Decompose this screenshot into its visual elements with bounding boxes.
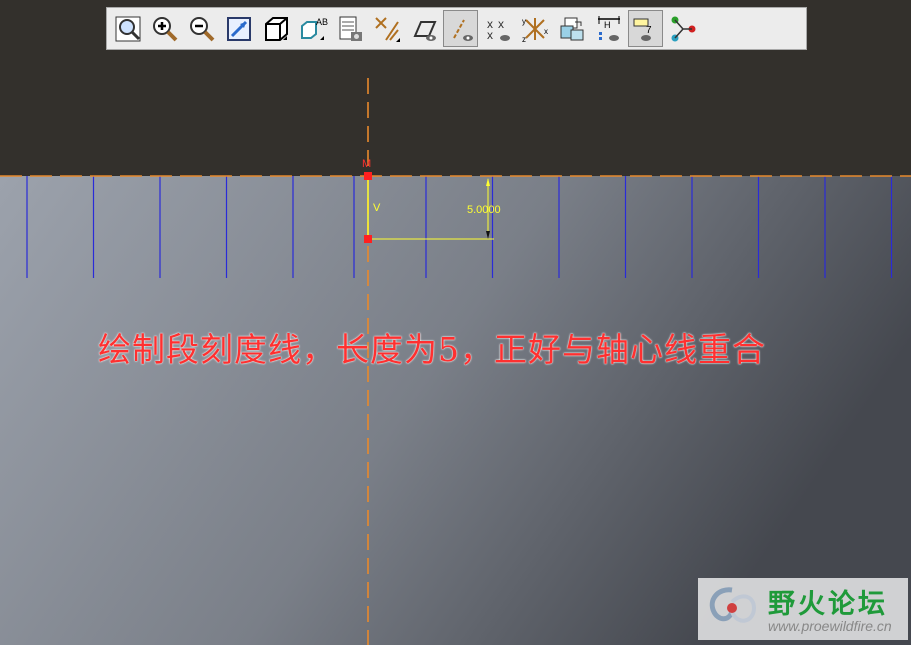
datum-axis-display-button[interactable] — [443, 10, 478, 47]
svg-text:z: z — [522, 35, 526, 44]
datum-axes-button[interactable] — [369, 10, 404, 47]
annotations-icon — [560, 17, 583, 40]
annotations-button[interactable] — [554, 10, 589, 47]
watermark-url: www.proewildfire.cn — [768, 618, 892, 634]
vertex-display-icon — [671, 16, 695, 41]
svg-text:x: x — [487, 28, 493, 42]
repaint-button[interactable] — [221, 10, 256, 47]
watermark: 野火论坛 www.proewildfire.cn — [698, 578, 908, 640]
repaint-icon — [226, 16, 251, 41]
zoom-in-icon — [152, 16, 177, 41]
zoom-out-button[interactable] — [184, 10, 219, 47]
point-label: M — [362, 158, 372, 170]
dimension-value[interactable]: 5.0000 — [467, 204, 501, 216]
svg-text:H: H — [604, 20, 611, 30]
zoom-in-button[interactable] — [147, 10, 182, 47]
graphics-background-gradient — [0, 176, 911, 645]
layers-button[interactable] — [332, 10, 367, 47]
sketch-point-bottom[interactable] — [364, 235, 372, 243]
csys-display-icon: yz x — [522, 17, 548, 44]
forum-logo-icon — [709, 587, 757, 623]
zoom-out-icon — [189, 16, 214, 41]
svg-text:AB: AB — [316, 17, 328, 27]
datum-axes-icon — [374, 16, 400, 42]
constraint-display-button[interactable]: 7 — [628, 10, 663, 47]
csys-display-button[interactable]: yz x — [517, 10, 552, 47]
datum-points-icon: x xx — [487, 17, 510, 42]
zoom-fit-icon — [115, 16, 140, 41]
layers-icon — [339, 16, 362, 41]
vertex-display-button[interactable] — [665, 10, 700, 47]
datum-axis-display-icon — [452, 19, 473, 41]
svg-text:x: x — [498, 17, 504, 31]
svg-text:y: y — [522, 17, 526, 26]
zoom-fit-button[interactable] — [110, 10, 145, 47]
saved-views-icon: AB — [300, 17, 328, 40]
datum-planes-button[interactable] — [406, 10, 441, 47]
watermark-title: 野火论坛 — [768, 589, 888, 619]
constraint-display-icon: 7 — [633, 18, 652, 41]
vertical-constraint-label: V — [373, 202, 381, 214]
dimension-display-button[interactable]: H — [591, 10, 626, 47]
svg-text:7: 7 — [646, 25, 652, 36]
datum-planes-icon — [412, 20, 437, 41]
sketch-point-top[interactable] — [364, 172, 372, 180]
datum-points-button[interactable]: xxx — [480, 10, 515, 47]
view-toolbar: AB x x x y z x H 7 — [106, 7, 807, 50]
saved-views-button[interactable]: AB — [295, 10, 330, 47]
tutorial-caption: 绘制段刻度线，长度为5，正好与轴心线重合 — [98, 330, 766, 369]
display-style-button[interactable] — [258, 10, 293, 47]
display-style-icon — [264, 16, 288, 41]
dimension-display-icon: H — [597, 15, 620, 41]
svg-text:x: x — [544, 27, 548, 36]
